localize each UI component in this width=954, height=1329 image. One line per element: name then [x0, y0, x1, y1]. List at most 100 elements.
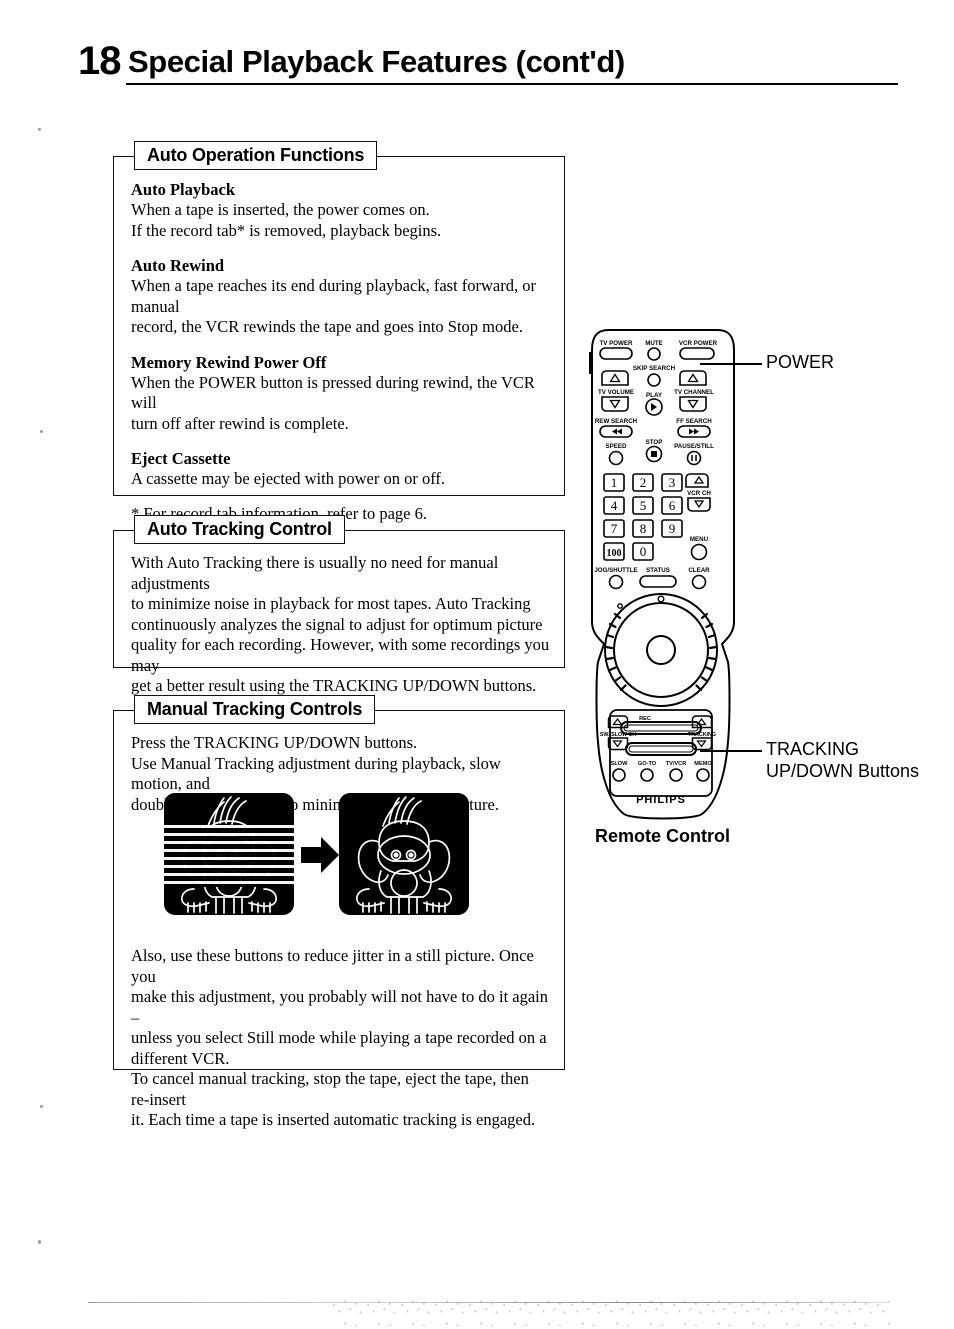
button-play [645, 398, 663, 416]
svg-text:3: 3 [669, 475, 676, 490]
svg-text:7: 7 [611, 521, 618, 536]
svg-text:9: 9 [669, 521, 676, 536]
section-manual-tracking-controls: Manual Tracking Controls Press the TRACK… [113, 695, 565, 1129]
section-body-auto-tracking: With Auto Tracking there is usually no n… [131, 553, 550, 697]
tv-screen-clean-picture [339, 793, 469, 915]
button-vcr-ch-up [685, 473, 709, 488]
text-manual-tracking-bottom-line4: different VCR. [131, 1048, 230, 1068]
section-heading-manual-tracking: Manual Tracking Controls [134, 695, 376, 724]
label-rew-search: REW SEARCH [595, 418, 638, 425]
page-header: 18 Special Playback Features (cont'd) [78, 38, 898, 98]
button-skip-search [647, 373, 661, 387]
button-stop [645, 445, 663, 463]
button-status [639, 575, 677, 588]
label-skip-search: SKIP SEARCH [633, 365, 676, 372]
button-secondary-bar [625, 742, 697, 756]
label-memo: MEMO [694, 761, 712, 767]
label-clear: CLEAR [688, 567, 710, 574]
label-mute: MUTE [645, 340, 663, 347]
scan-artifact-speck [38, 1240, 41, 1244]
text-auto-tracking-line2: to minimize noise in playback for most t… [131, 594, 531, 613]
label-speed: SPEED [606, 443, 628, 450]
text-auto-tracking-line5: get a better result using the TRACKING U… [131, 676, 537, 695]
title-underline-rule [126, 83, 898, 85]
text-manual-tracking-top-line2: Use Manual Tracking adjustment during pl… [131, 753, 501, 794]
subheading-auto-rewind: Auto Rewind [131, 256, 225, 275]
text-manual-tracking-bottom-line6: it. Each time a tape is inserted automat… [131, 1110, 536, 1129]
subheading-eject-cassette: Eject Cassette [131, 449, 231, 468]
svg-text:100: 100 [607, 548, 622, 559]
callout-label-power: POWER [766, 352, 835, 372]
callout-leader-line-tracking [700, 750, 762, 752]
button-ff-search [677, 425, 711, 438]
text-auto-playback-line2: If the record tab* is removed, playback … [131, 220, 442, 240]
text-manual-tracking-top-line1: Press the TRACKING UP/DOWN buttons. [131, 733, 418, 752]
callout-leader-line-power [700, 363, 762, 365]
section-auto-tracking-control: Auto Tracking Control With Auto Tracking… [113, 515, 565, 695]
text-eject-cassette-line1: A cassette may be ejected with power on … [131, 469, 446, 488]
brand-logo-philips: PHILIPS [636, 794, 686, 806]
label-slow: SLOW [611, 761, 628, 767]
page-title: Special Playback Features (cont'd) [128, 44, 625, 79]
text-manual-tracking-bottom-line3: unless you select Still mode while playi… [131, 1028, 547, 1047]
label-jog-shuttle: JOG/SHUTTLE [594, 567, 637, 574]
label-go-to: GO-TO [638, 761, 657, 767]
remote-control-caption: Remote Control [595, 826, 730, 846]
label-status: STATUS [646, 567, 670, 574]
button-mute [647, 347, 661, 361]
button-slow-ch-down [607, 737, 629, 751]
button-pause-still [686, 450, 702, 466]
label-tv-volume: TV VOLUME [598, 389, 634, 396]
section-body-manual-tracking-bottom: Also, use these buttons to reduce jitter… [131, 946, 550, 1131]
text-auto-playback-line1: When a tape is inserted, the power comes… [131, 200, 430, 219]
text-auto-tracking-line3: continuously analyzes the signal to adju… [131, 614, 543, 634]
label-tv-power: TV POWER [599, 340, 633, 347]
label-stop: STOP [646, 439, 663, 446]
section-body-auto-operation: Auto Playback When a tape is inserted, t… [131, 179, 550, 524]
page-number: 18 [78, 39, 121, 83]
button-tv-vcr [669, 768, 683, 782]
tracking-comparison-illustration [164, 793, 469, 915]
button-tv-channel-down [679, 396, 707, 412]
label-vcr-power: VCR POWER [679, 340, 718, 347]
label-tv-channel: TV CHANNEL [674, 389, 714, 396]
label-tracking: TRACKING [688, 732, 716, 738]
svg-text:8: 8 [640, 521, 647, 536]
scan-artifact-speck [40, 1105, 43, 1108]
callout-label-tracking: TRACKING UP/DOWN Buttons [766, 738, 919, 782]
button-menu [690, 543, 708, 561]
svg-text:2: 2 [640, 475, 647, 490]
button-clear [691, 574, 707, 590]
tv-screen-noisy-picture [164, 793, 294, 915]
button-tv-volume-down [601, 396, 629, 412]
button-tv-channel-up [679, 370, 707, 386]
scan-artifact-bottom-smudge [330, 1296, 890, 1326]
label-ff-search: FF SEARCH [676, 418, 712, 425]
text-memory-rewind-line1: When the POWER button is pressed during … [131, 372, 535, 413]
tracking-noise-bars [164, 825, 294, 887]
text-manual-tracking-bottom-line5: To cancel manual tracking, stop the tape… [131, 1069, 529, 1109]
button-slow [612, 768, 626, 782]
svg-text:1: 1 [611, 475, 618, 490]
text-memory-rewind-line2: turn off after rewind is complete. [131, 413, 349, 433]
text-manual-tracking-bottom-line2: make this adjustment, you probably will … [131, 987, 549, 1027]
text-auto-tracking-line4: quality for each recording. However, wit… [131, 635, 550, 675]
text-manual-tracking-bottom-line1: Also, use these buttons to reduce jitter… [131, 946, 534, 986]
text-auto-rewind-line1: When a tape reaches its end during playb… [131, 276, 536, 316]
section-heading-auto-operation: Auto Operation Functions [134, 141, 378, 170]
dog-figure-icon [356, 796, 452, 914]
label-pause-still: PAUSE/STILL [674, 443, 714, 450]
svg-text:5: 5 [640, 498, 647, 513]
section-heading-auto-tracking: Auto Tracking Control [134, 515, 345, 544]
scan-artifact-speck [40, 430, 43, 433]
label-play: PLAY [646, 392, 663, 399]
subheading-auto-playback: Auto Playback [131, 180, 236, 199]
label-tv-vcr: TV/VCR [666, 761, 687, 767]
subheading-memory-rewind-power-off: Memory Rewind Power Off [131, 352, 327, 372]
right-arrow-icon [301, 837, 339, 873]
button-speed [608, 450, 624, 466]
button-go-to [640, 768, 654, 782]
